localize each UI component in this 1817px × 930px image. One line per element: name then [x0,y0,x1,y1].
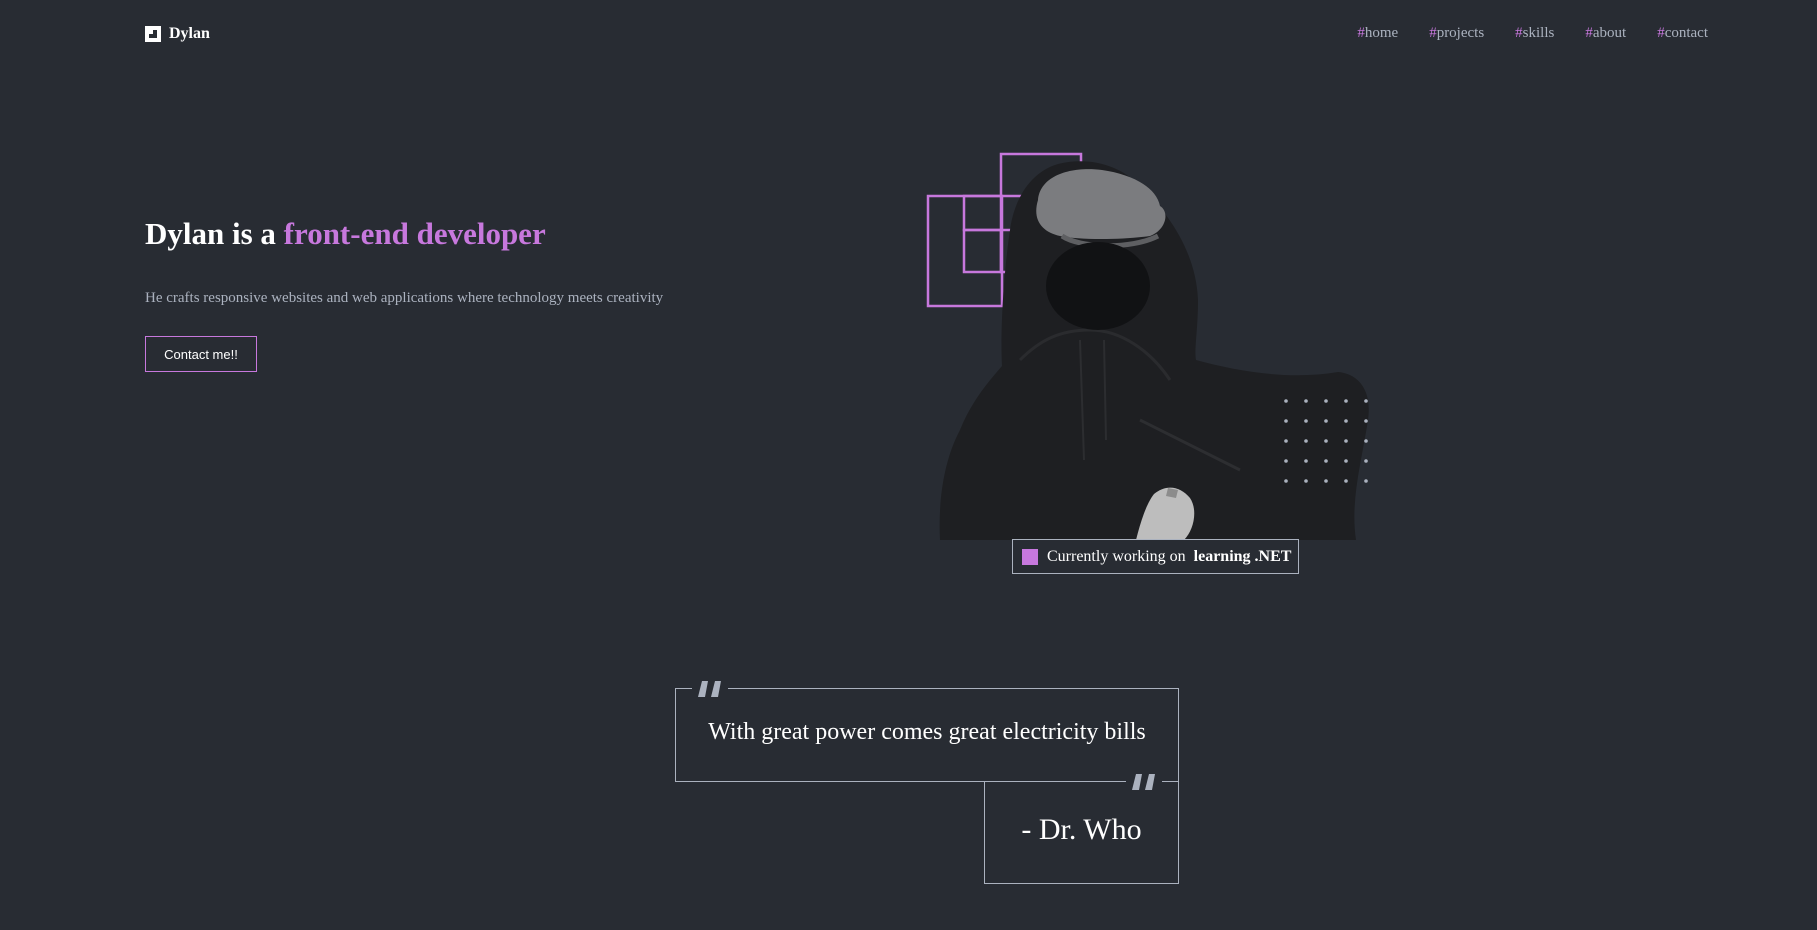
status-box: Currently working on learning .NET [1012,539,1299,574]
status-project: learning .NET [1193,547,1292,565]
logo[interactable]: Dylan [145,25,210,43]
hero-title: Dylan is a front-end developer [145,216,546,251]
quote-icon [692,675,728,701]
status-square-icon [1022,548,1038,565]
quote-box: With great power comes great electricity… [675,675,1179,782]
quote-icon [1126,768,1162,794]
outline-squares-decoration [926,152,1083,308]
nav-projects[interactable]: #projects [1429,25,1484,42]
hero-title-accent: front-end developer [283,216,546,251]
main-nav: #home #projects #skills #about #contact [1357,25,1708,42]
quote-author-box: - Dr. Who [984,768,1179,884]
quote-text: With great power comes great electricity… [708,719,1146,745]
status-text: Currently working on learning .NET [1047,547,1292,565]
contact-me-button[interactable]: Contact me!! [145,336,257,372]
portrait-photo [939,161,1369,540]
hero-subtitle: He crafts responsive websites and web ap… [145,290,664,306]
dot-grid-decoration [1284,399,1368,483]
nav-about[interactable]: #about [1585,25,1626,42]
nav-skills[interactable]: #skills [1515,25,1554,42]
nav-contact[interactable]: #contact [1657,25,1708,42]
hero-illustration [926,152,1369,540]
portfolio-page: Dylan #home #projects #skills #about #co… [0,0,1817,930]
logo-mark-icon [145,26,161,42]
nav-home[interactable]: #home [1357,25,1398,42]
quote-author: - Dr. Who [1021,813,1142,846]
logo-text: Dylan [169,25,210,42]
